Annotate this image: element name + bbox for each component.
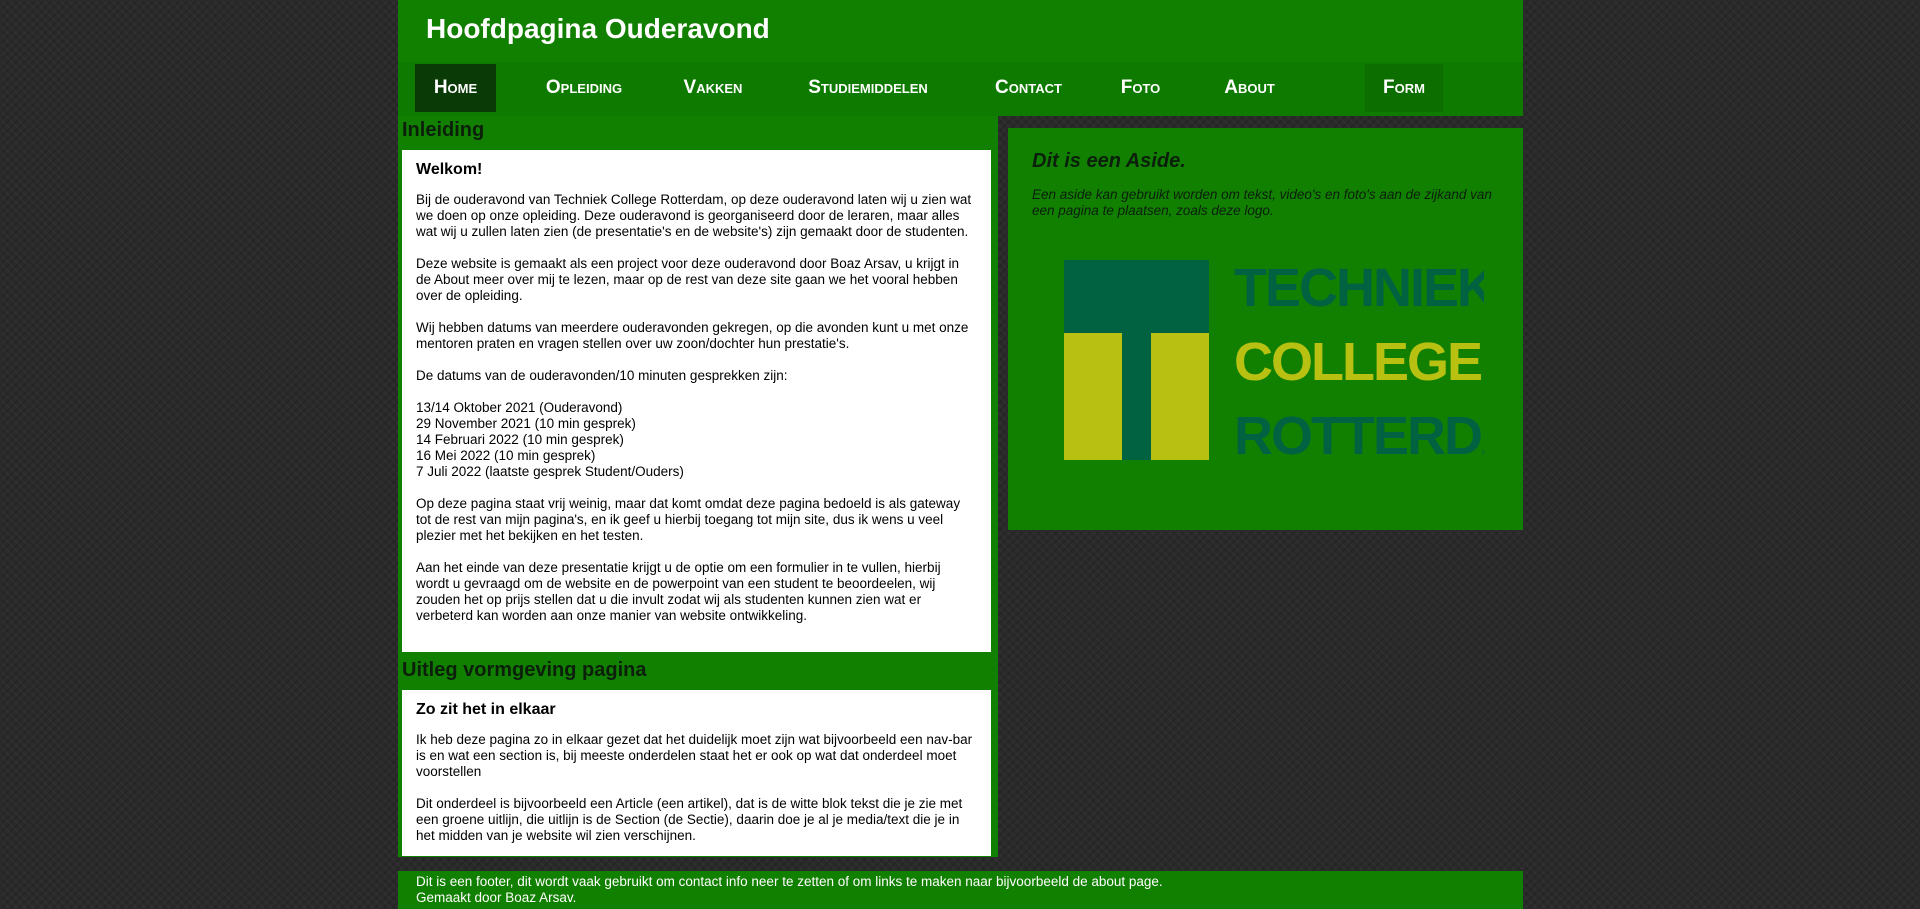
date-item: 16 Mei 2022 (10 min gesprek) <box>416 448 596 463</box>
page-wrapper: Hoofdpagina Ouderavond Home Opleiding Va… <box>398 0 1523 909</box>
section-title-uitleg: Uitleg vormgeving pagina <box>402 659 647 681</box>
aside-heading: Dit is een Aside. <box>1032 150 1186 172</box>
site-header: Hoofdpagina Ouderavond <box>398 0 1523 62</box>
logo-block-right <box>1151 333 1209 460</box>
footer-credit: Gemaakt door Boaz Arsav. <box>416 890 577 905</box>
logo-block-left <box>1064 333 1122 460</box>
article-paragraph: Ik heb deze pagina zo in elkaar gezet da… <box>416 732 973 779</box>
main-section-column: Inleiding Welkom! Bij de ouderavond van … <box>398 116 998 857</box>
article-paragraph: Bij de ouderavond van Techniek College R… <box>416 192 972 239</box>
article-paragraph: Aan het einde van deze presentatie krijg… <box>416 560 941 623</box>
nav-about[interactable]: About <box>1202 64 1297 112</box>
article-paragraph: Deze website is gemaakt als een project … <box>416 256 960 303</box>
article-welkom: Welkom! Bij de ouderavond van Techniek C… <box>402 150 991 652</box>
date-item: 13/14 Oktober 2021 (Ouderavond) <box>416 400 623 415</box>
article-paragraph: Op deze pagina staat vrij weinig, maar d… <box>416 496 961 543</box>
footer-text: Dit is een footer, dit wordt vaak gebrui… <box>416 874 1163 889</box>
article-heading: Zo zit het in elkaar <box>416 701 556 718</box>
logo-line-1: TECHNIEK <box>1234 260 1484 318</box>
logo-block-stem <box>1122 333 1151 460</box>
navbar: Home Opleiding Vakken Studiemiddelen Con… <box>398 62 1523 116</box>
date-list: 13/14 Oktober 2021 (Ouderavond) 29 Novem… <box>416 400 977 480</box>
article-paragraph: De datums van de ouderavonden/10 minuten… <box>416 368 788 383</box>
aside-text: Een aside kan gebruikt worden om tekst, … <box>1032 187 1492 218</box>
logo-line-2: COLLEGE <box>1234 332 1481 392</box>
techniek-college-logo: TECHNIEK COLLEGE ROTTERDAM <box>1064 260 1484 460</box>
nav-form[interactable]: Form <box>1365 64 1443 112</box>
aside: Dit is een Aside. Een aside kan gebruikt… <box>1008 128 1523 530</box>
page-title: Hoofdpagina Ouderavond <box>426 13 770 44</box>
section-title-inleiding: Inleiding <box>402 119 485 141</box>
article-heading: Welkom! <box>416 161 483 178</box>
date-item: 7 Juli 2022 (laatste gesprek Student/Oud… <box>416 464 684 479</box>
article-paragraph: Dit onderdeel is bijvoorbeeld een Articl… <box>416 796 963 843</box>
site-footer: Dit is een footer, dit wordt vaak gebrui… <box>398 871 1523 909</box>
article-uitleg: Zo zit het in elkaar Ik heb deze pagina … <box>402 690 991 856</box>
date-item: 29 November 2021 (10 min gesprek) <box>416 416 636 431</box>
nav-home[interactable]: Home <box>415 64 496 112</box>
date-item: 14 Februari 2022 (10 min gesprek) <box>416 432 624 447</box>
nav-opleiding[interactable]: Opleiding <box>523 64 645 112</box>
nav-contact[interactable]: Contact <box>976 64 1081 112</box>
nav-foto[interactable]: Foto <box>1103 64 1178 112</box>
logo-line-3: ROTTERDAM <box>1234 406 1484 460</box>
nav-studiemiddelen[interactable]: Studiemiddelen <box>783 64 953 112</box>
article-paragraph: Wij hebben datums van meerdere ouderavon… <box>416 320 969 351</box>
nav-vakken[interactable]: Vakken <box>668 64 758 112</box>
